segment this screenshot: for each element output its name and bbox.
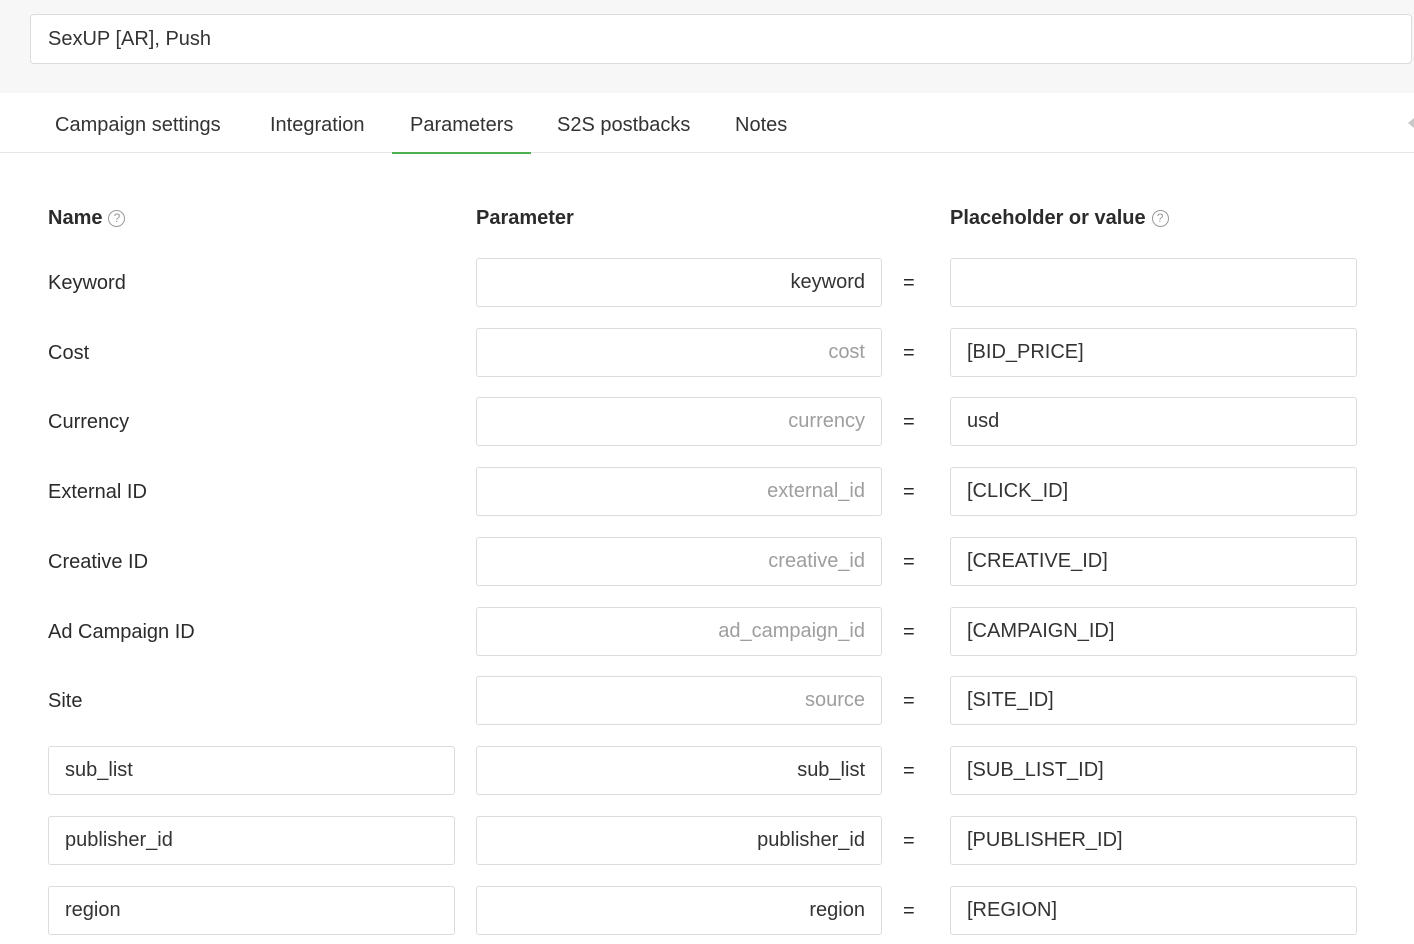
row-name-label: External ID — [48, 481, 147, 503]
parameter-input[interactable] — [476, 746, 882, 795]
row-name-label: Ad Campaign ID — [48, 621, 195, 643]
tab-parameters[interactable]: Parameters — [391, 93, 532, 154]
value-column-label: Placeholder or value — [950, 207, 1146, 229]
parameter-input[interactable] — [476, 886, 882, 935]
tab-bar: Campaign settings Integration Parameters… — [0, 93, 1414, 154]
parameter-input[interactable] — [476, 607, 882, 656]
value-input[interactable] — [950, 467, 1357, 516]
value-input[interactable] — [950, 397, 1357, 446]
parameter-row-keyword: Keyword = — [0, 258, 1414, 308]
parameter-row-sub-list: = — [0, 746, 1414, 796]
parameter-input[interactable] — [476, 816, 882, 865]
value-input[interactable] — [950, 328, 1357, 377]
name-column-header: Name ? — [48, 207, 126, 230]
row-name-label: Currency — [48, 411, 130, 433]
equals-sign: = — [903, 830, 915, 852]
parameter-row-creative-id: Creative ID = — [0, 537, 1414, 587]
parameter-row-site: Site = — [0, 676, 1414, 726]
parameter-input[interactable] — [476, 676, 882, 725]
help-icon[interactable]: ? — [108, 210, 126, 227]
equals-sign: = — [903, 272, 915, 294]
parameter-row-external-id: External ID = — [0, 467, 1414, 517]
equals-sign: = — [903, 411, 915, 433]
tab-s2s-postbacks[interactable]: S2S postbacks — [557, 93, 690, 153]
parameter-row-region: = — [0, 886, 1414, 936]
parameter-row-cost: Cost = — [0, 328, 1414, 378]
value-input[interactable] — [950, 886, 1357, 935]
parameter-column-label: Parameter — [476, 207, 574, 229]
name-input[interactable] — [48, 746, 455, 795]
equals-sign: = — [903, 900, 915, 922]
equals-sign: = — [903, 342, 915, 364]
parameter-input[interactable] — [476, 397, 882, 446]
parameter-input[interactable] — [476, 258, 882, 307]
row-name-label: Cost — [48, 342, 90, 364]
value-column-header: Placeholder or value ? — [950, 207, 1169, 230]
row-name-label: Creative ID — [48, 551, 149, 573]
value-input[interactable] — [950, 607, 1357, 656]
value-input[interactable] — [950, 537, 1357, 586]
collapse-arrow-icon[interactable] — [1408, 118, 1414, 128]
value-input[interactable] — [950, 746, 1357, 795]
name-column-label: Name — [48, 207, 103, 229]
row-name-label: Site — [48, 690, 83, 712]
parameter-input[interactable] — [476, 467, 882, 516]
parameter-input[interactable] — [476, 328, 882, 377]
row-name-label: Keyword — [48, 272, 126, 294]
tab-campaign-settings[interactable]: Campaign settings — [55, 93, 221, 153]
parameter-column-header: Parameter — [476, 207, 574, 230]
equals-sign: = — [903, 690, 915, 712]
campaign-name-input[interactable] — [30, 14, 1412, 64]
value-input[interactable] — [950, 258, 1357, 307]
value-input[interactable] — [950, 676, 1357, 725]
equals-sign: = — [903, 481, 915, 503]
equals-sign: = — [903, 760, 915, 782]
name-input[interactable] — [48, 886, 455, 935]
equals-sign: = — [903, 621, 915, 643]
parameter-row-ad-campaign-id: Ad Campaign ID = — [0, 607, 1414, 657]
help-icon[interactable]: ? — [1151, 210, 1169, 227]
parameter-row-publisher-id: = — [0, 816, 1414, 866]
value-input[interactable] — [950, 816, 1357, 865]
parameter-input[interactable] — [476, 537, 882, 586]
name-input[interactable] — [48, 816, 455, 865]
tab-notes[interactable]: Notes — [735, 93, 787, 153]
parameter-row-currency: Currency = — [0, 397, 1414, 447]
equals-sign: = — [903, 551, 915, 573]
tab-integration[interactable]: Integration — [270, 93, 365, 153]
